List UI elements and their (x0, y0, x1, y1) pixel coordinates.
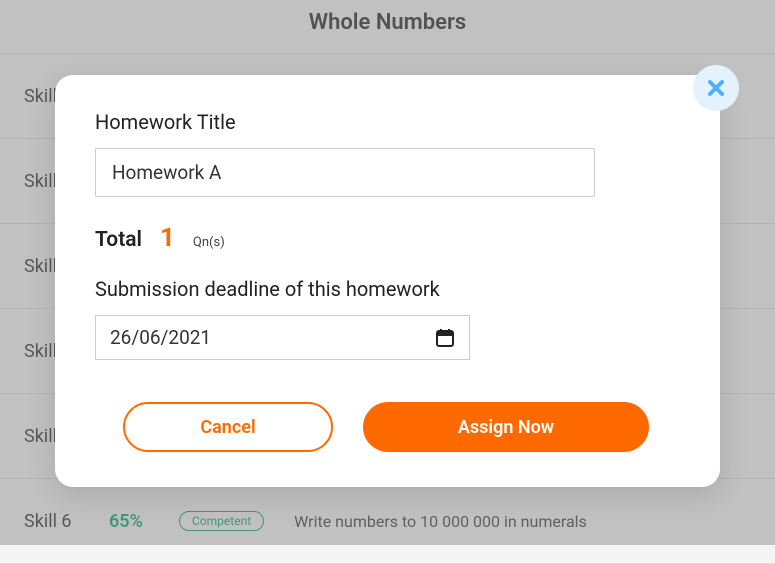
deadline-date-value: 26/06/2021 (110, 326, 435, 349)
calendar-icon (435, 328, 455, 348)
cancel-button[interactable]: Cancel (123, 402, 333, 452)
close-button[interactable] (693, 65, 739, 111)
total-question-count: 1 (160, 223, 175, 253)
close-icon (706, 78, 726, 98)
homework-title-label: Homework Title (95, 110, 680, 134)
homework-title-input[interactable] (95, 148, 595, 197)
deadline-date-input[interactable]: 26/06/2021 (95, 315, 470, 360)
assign-homework-modal: Homework Title Total 1 Qn(s) Submission … (55, 75, 720, 487)
total-label: Total (95, 228, 142, 252)
deadline-label: Submission deadline of this homework (95, 277, 680, 301)
assign-now-button[interactable]: Assign Now (363, 402, 649, 452)
total-unit: Qn(s) (193, 235, 225, 250)
